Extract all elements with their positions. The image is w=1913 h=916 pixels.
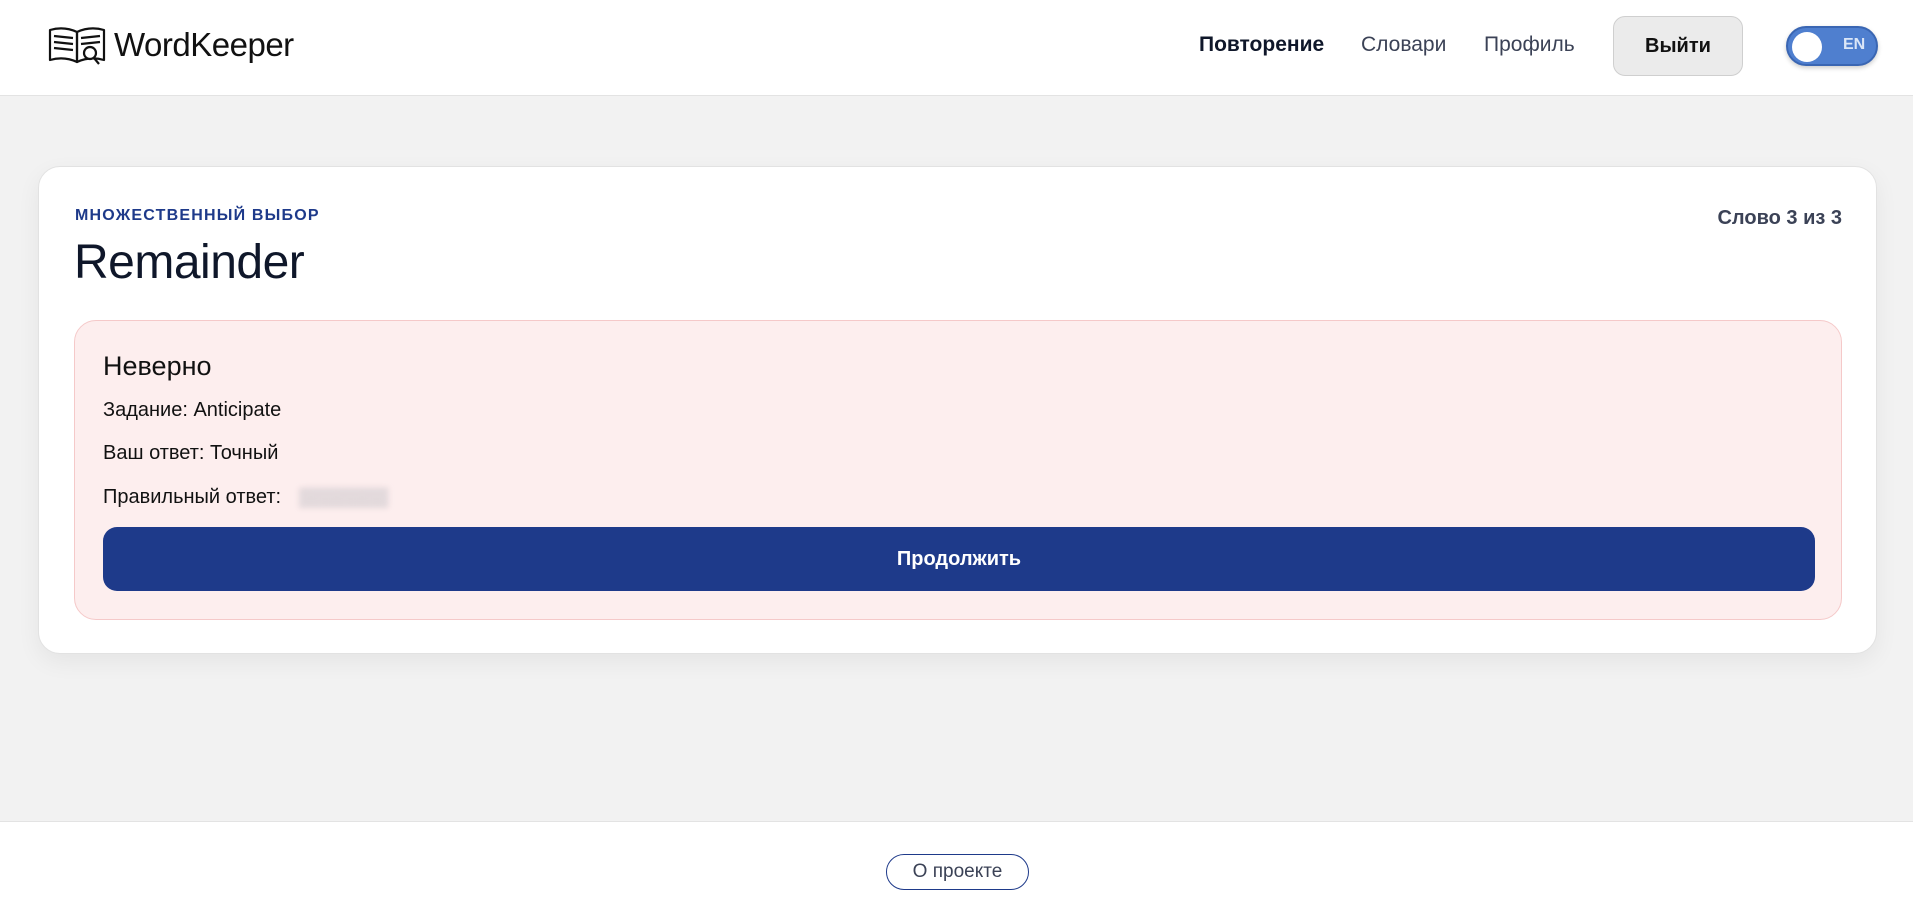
nav-dictionaries[interactable]: Словари — [1361, 33, 1446, 57]
result-panel: Неверно Задание: Anticipate Ваш ответ: Т… — [74, 320, 1842, 620]
correct-answer-line: Правильный ответ: ▒▒▒▒▒▒▒ — [103, 486, 388, 509]
nav-review[interactable]: Повторение — [1199, 33, 1324, 57]
logo-text: WordKeeper — [114, 26, 294, 63]
result-heading: Неверно — [103, 351, 212, 381]
language-label: EN — [1843, 36, 1866, 53]
correct-answer-hidden: ▒▒▒▒▒▒▒ — [299, 487, 389, 507]
open-book-magnifier-icon — [48, 27, 106, 65]
app-footer: О проекте — [0, 821, 1913, 916]
exercise-card: МНОЖЕСТВЕННЫЙ ВЫБОР Слово 3 из 3 Remaind… — [38, 166, 1877, 654]
word-counter: Слово 3 из 3 — [1717, 207, 1842, 229]
task-line: Задание: Anticipate — [103, 399, 282, 421]
continue-button[interactable]: Продолжить — [103, 527, 1815, 591]
logout-button[interactable]: Выйти — [1613, 16, 1743, 76]
logo[interactable]: WordKeeper — [46, 22, 294, 68]
exercise-type-label: МНОЖЕСТВЕННЫЙ ВЫБОР — [75, 207, 320, 224]
your-answer-line: Ваш ответ: Точный — [103, 442, 279, 464]
language-toggle[interactable]: EN — [1786, 26, 1878, 66]
app-header: WordKeeper Повторение Словари Профиль Вы… — [0, 0, 1913, 96]
correct-answer-label: Правильный ответ: — [103, 486, 282, 508]
toggle-knob — [1792, 32, 1822, 62]
nav-profile[interactable]: Профиль — [1484, 33, 1575, 57]
about-project-button[interactable]: О проекте — [886, 854, 1029, 890]
word-title: Remainder — [74, 236, 305, 289]
